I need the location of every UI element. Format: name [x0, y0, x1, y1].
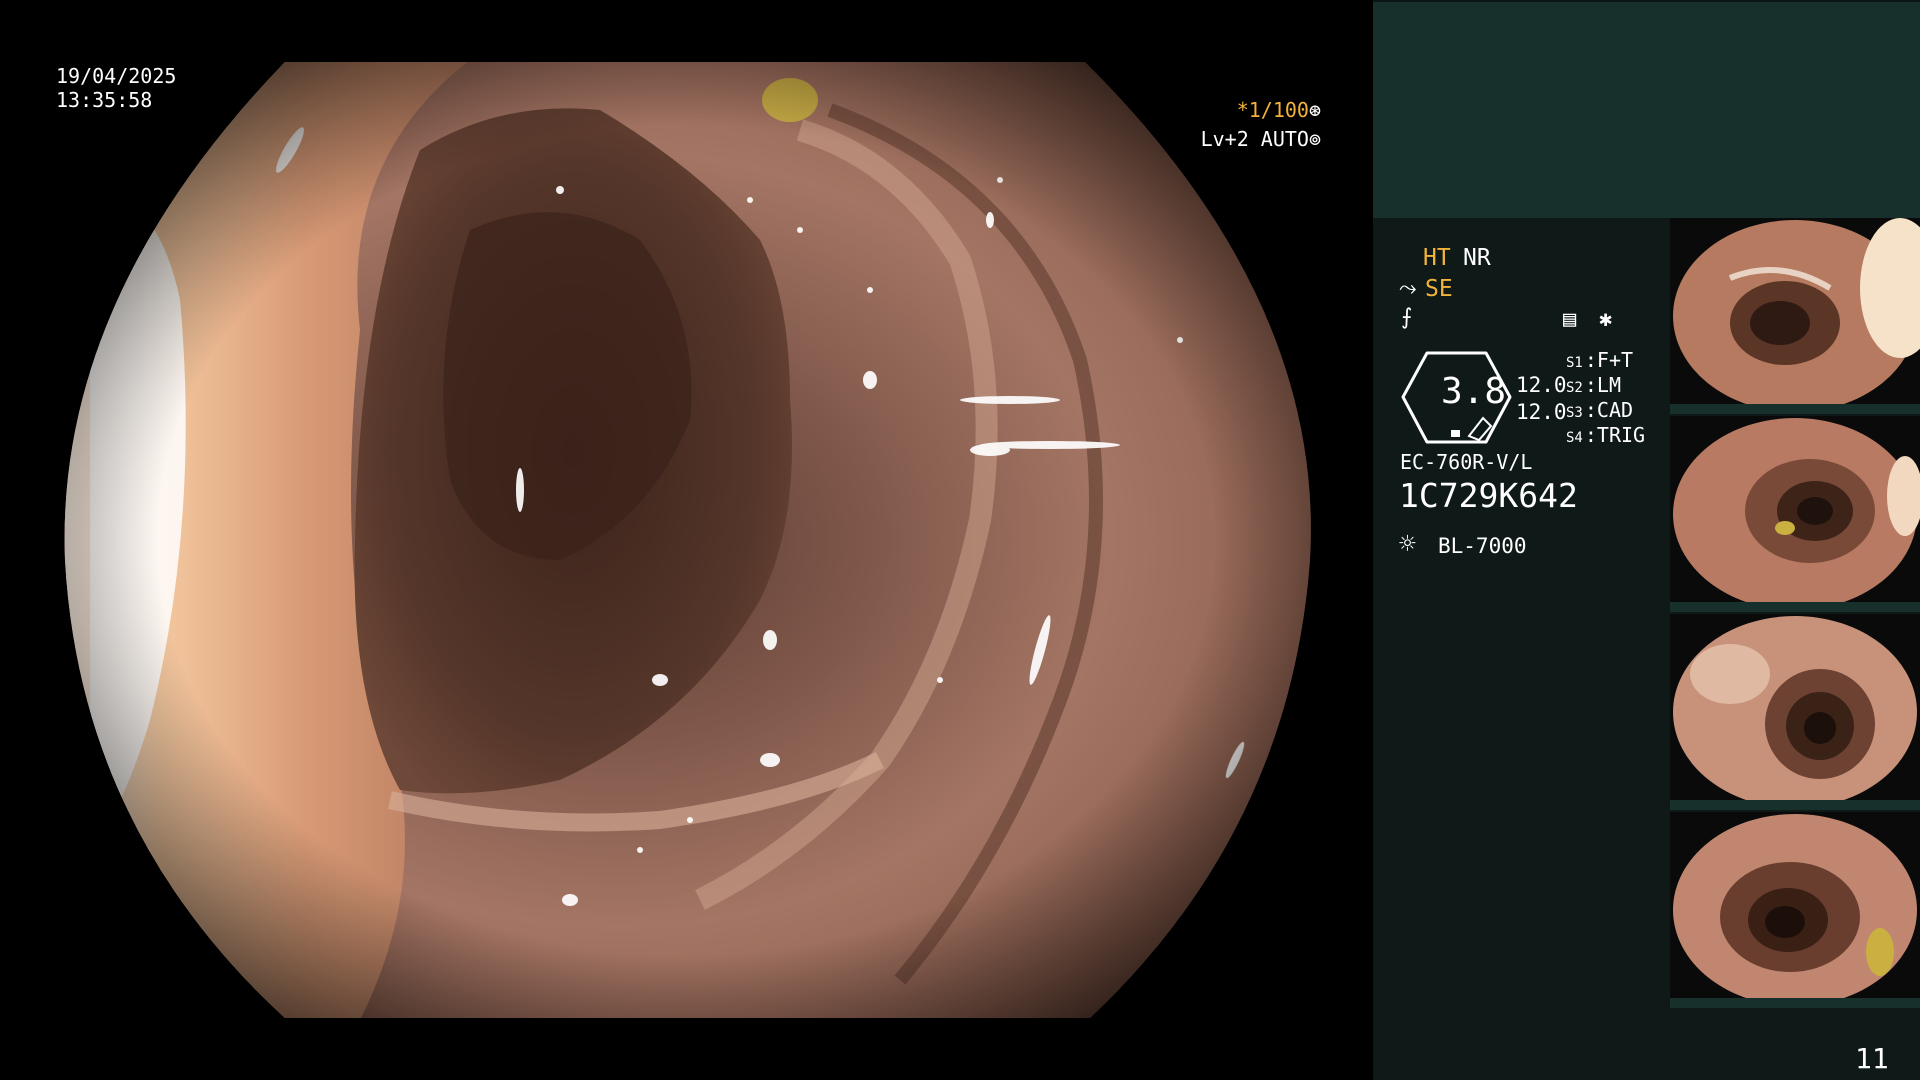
switch-key: S4	[1566, 430, 1583, 446]
scope-serial-number: 1C729K642	[1399, 476, 1578, 515]
light-level-readout: Lv+2 AUTO⊚	[1201, 127, 1321, 151]
switch-s1: S1:F+T	[1566, 348, 1634, 372]
captured-image-thumbnail-2[interactable]	[1670, 416, 1920, 612]
scope-model: EC-760R-V/L	[1400, 450, 1533, 474]
magnification-hexagon: 3.8	[1399, 350, 1514, 449]
star-icon: ✱	[1599, 307, 1613, 332]
thumbnail-image	[1670, 218, 1920, 414]
se-label: SE	[1425, 276, 1453, 302]
enhance-icon: ⤳	[1399, 276, 1417, 301]
structure-icon: ⨍	[1401, 305, 1413, 330]
switch-s3: S3:CAD	[1566, 398, 1634, 422]
captured-image-thumbnail-1[interactable]	[1670, 218, 1920, 414]
magnification-value: 3.8	[1441, 371, 1507, 412]
switch-value: TRIG	[1596, 423, 1646, 447]
captured-image-thumbnail-3[interactable]	[1670, 614, 1920, 810]
light-source-model: BL-7000	[1438, 534, 1527, 558]
captured-image-thumbnail-4[interactable]	[1670, 812, 1920, 1008]
switch-key: S1	[1566, 355, 1583, 371]
page-number: 11	[1855, 1042, 1889, 1075]
switch-value: CAD	[1596, 398, 1634, 422]
endoscope-main-view: 19/04/2025 13:35:58 *1/100⊛ Lv+2 AUTO⊚	[0, 0, 1373, 1080]
readout-value-1: 12.0	[1516, 373, 1567, 397]
switch-key: S2	[1566, 380, 1583, 396]
switch-value: LM	[1596, 373, 1621, 397]
iris-icon: ⊚	[1308, 127, 1321, 151]
switch-s2: S2:LM	[1566, 373, 1621, 397]
shutter-speed-readout: *1/100⊛	[1237, 98, 1321, 122]
thumbnail-image	[1670, 812, 1920, 1008]
info-side-panel: HT NR ⤳ SE ⨍ ▤ ✱ 3.8 12.0 12.0 S1:F+T S2…	[1373, 0, 1920, 1080]
switch-value: F+T	[1596, 348, 1634, 372]
time-display: 13:35:58	[56, 88, 153, 112]
light-level-value: Lv+2 AUTO	[1200, 127, 1309, 151]
menu-icon: ▤	[1563, 307, 1577, 332]
endoscopic-image	[64, 62, 1311, 1018]
shutter-icon: ⊛	[1308, 98, 1321, 122]
lamp-icon: ☼	[1399, 527, 1416, 560]
switch-s4: S4:TRIG	[1566, 423, 1646, 447]
shutter-speed-value: *1/100	[1236, 98, 1309, 122]
readout-value-2: 12.0	[1516, 400, 1567, 424]
nr-label: NR	[1463, 245, 1491, 271]
thumbnail-image	[1670, 614, 1920, 810]
switch-key: S3	[1566, 405, 1583, 421]
thumbnail-image	[1670, 416, 1920, 612]
ht-label: HT	[1423, 245, 1451, 271]
panel-header	[1373, 0, 1920, 218]
date-display: 19/04/2025	[56, 64, 177, 88]
